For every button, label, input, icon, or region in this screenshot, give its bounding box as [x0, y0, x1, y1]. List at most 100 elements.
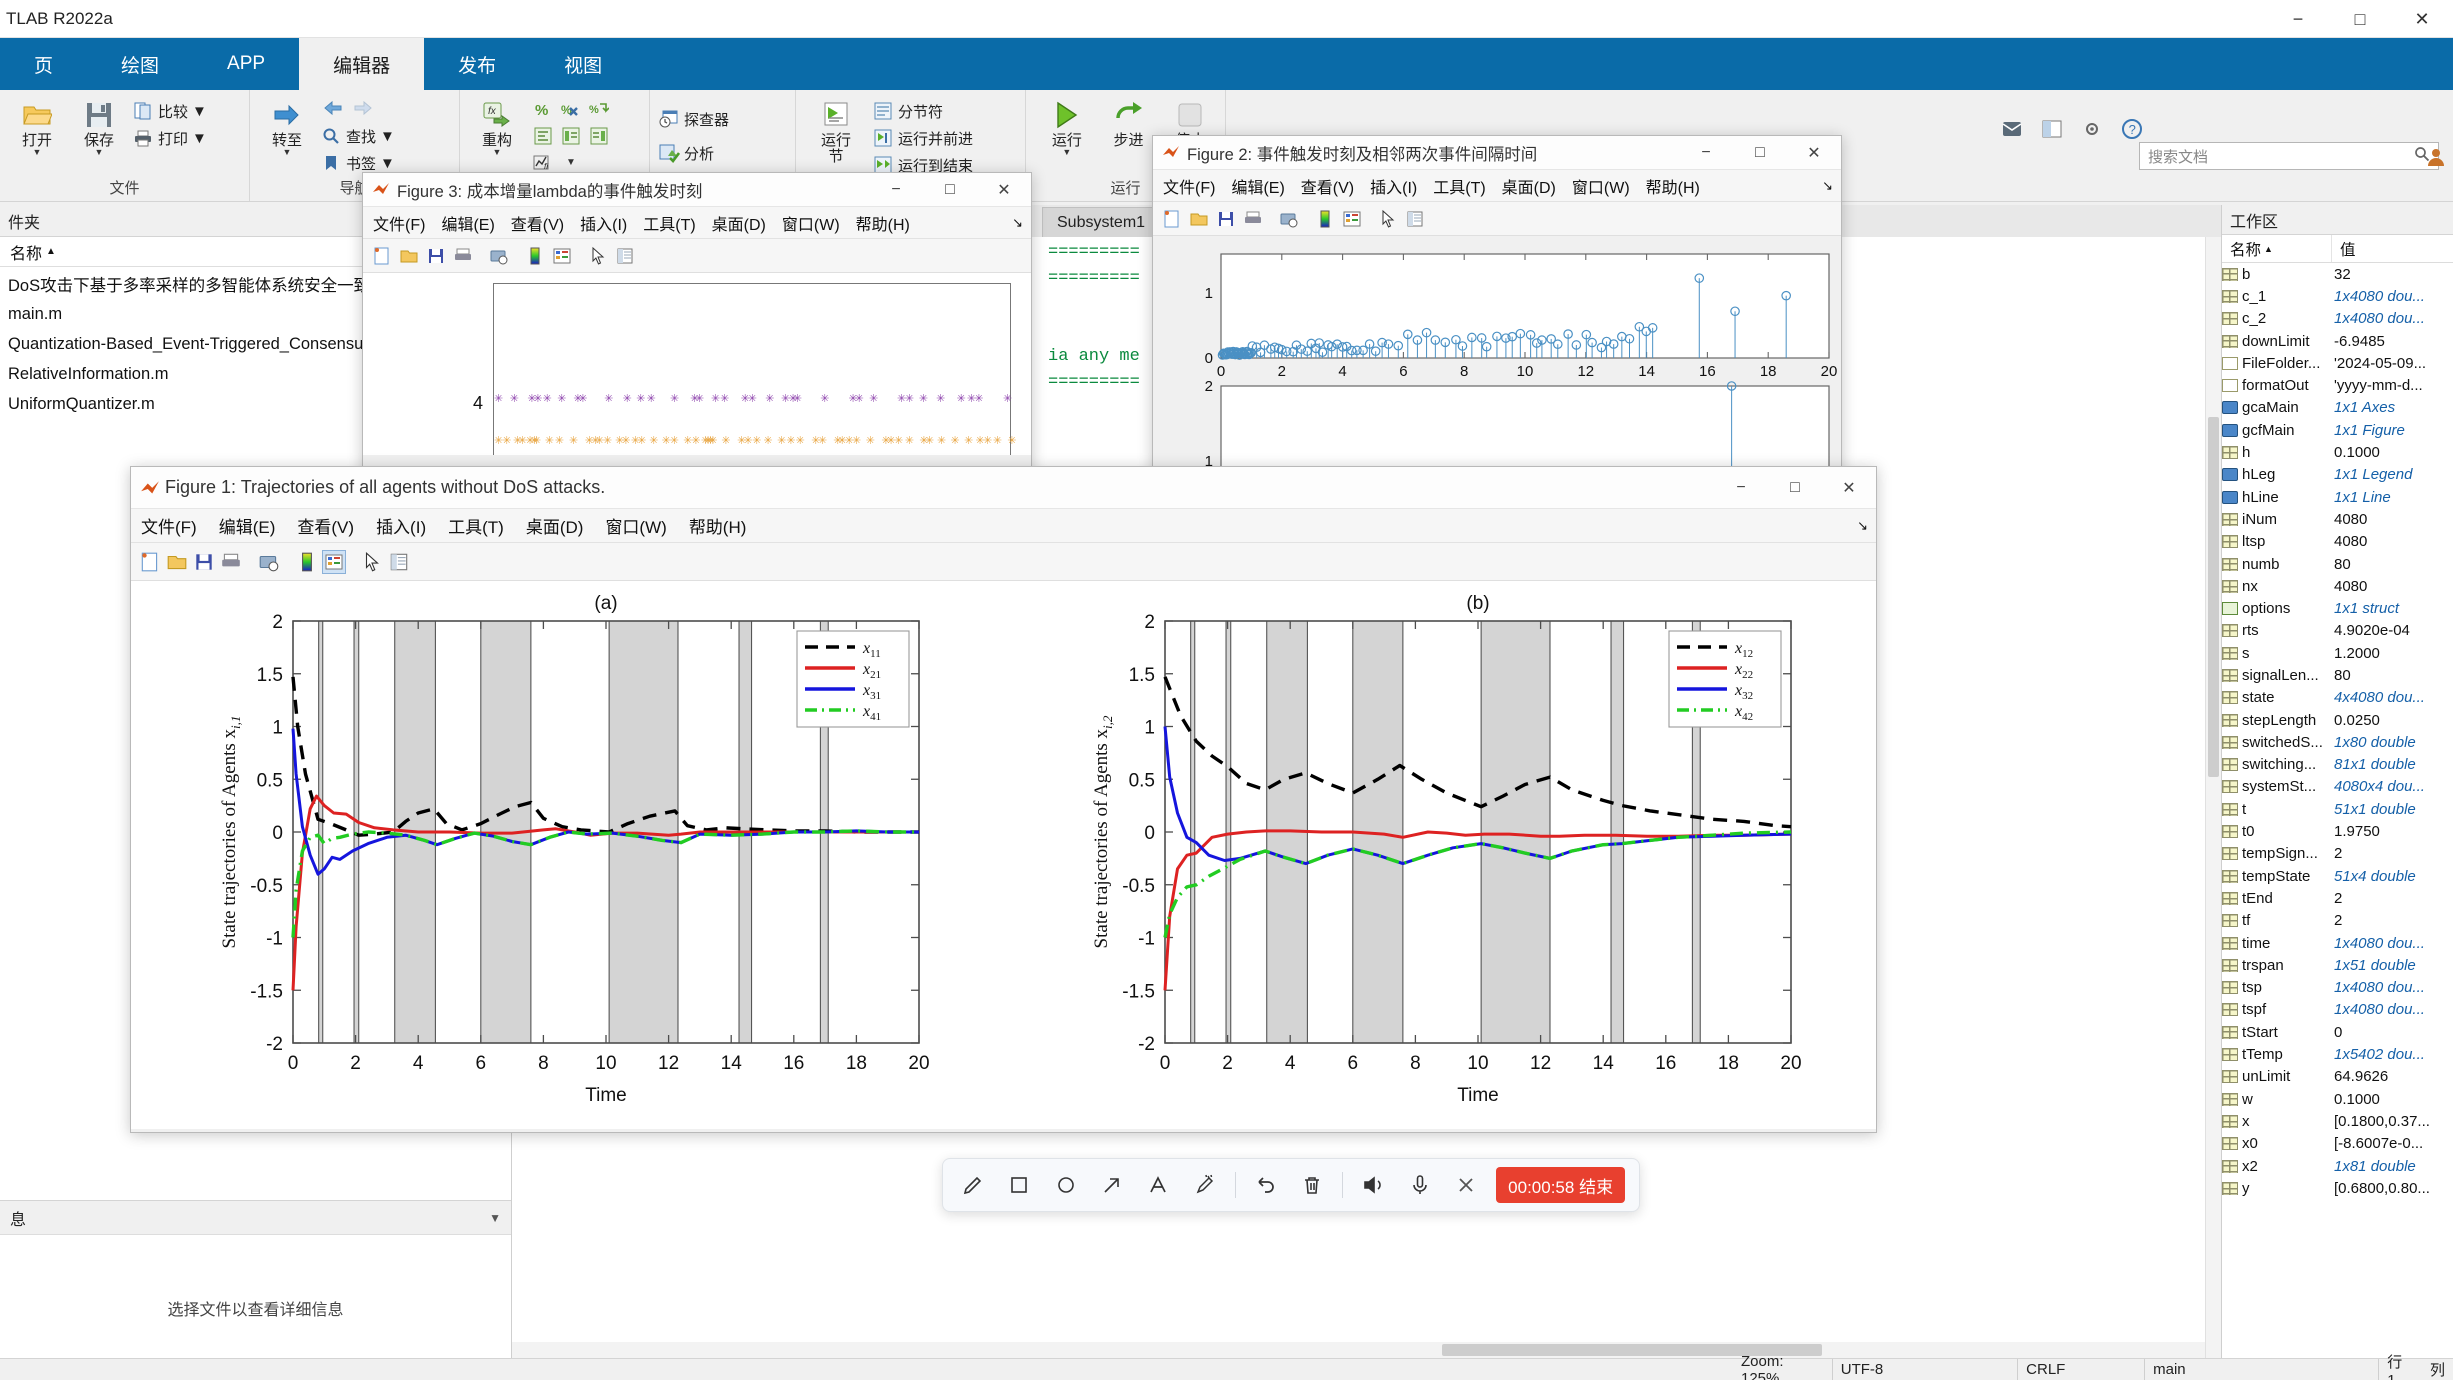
workspace-row[interactable]: t0 1.9750	[2222, 820, 2453, 842]
workspace-row[interactable]: iNum 4080	[2222, 508, 2453, 530]
help-icon[interactable]: ?	[2121, 118, 2143, 145]
property-inspector-icon[interactable]	[613, 244, 637, 268]
workspace-row[interactable]: stepLength 0.0250	[2222, 709, 2453, 731]
menu-insert[interactable]: 插入(I)	[376, 513, 426, 538]
save-icon[interactable]	[192, 550, 216, 574]
open-icon[interactable]	[165, 550, 189, 574]
new-icon[interactable]	[1160, 207, 1184, 231]
workspace-row[interactable]: time 1x4080 dou...	[2222, 932, 2453, 954]
save-button[interactable]: 保存 ▼	[70, 94, 128, 157]
workspace-row[interactable]: tempState 51x4 double	[2222, 865, 2453, 887]
workspace-row[interactable]: gcfMain 1x1 Figure	[2222, 419, 2453, 441]
menu-insert[interactable]: 插入(I)	[580, 211, 627, 235]
workspace-row[interactable]: w 0.1000	[2222, 1088, 2453, 1110]
status-line-ending[interactable]: CRLF	[2018, 1359, 2146, 1380]
compare-button[interactable]: 比较 ▼	[132, 98, 207, 124]
workspace-row[interactable]: signalLen... 80	[2222, 664, 2453, 686]
ribbon-tab-home[interactable]: 页	[0, 38, 87, 90]
workspace-row[interactable]: s 1.2000	[2222, 642, 2453, 664]
print-icon[interactable]	[219, 550, 243, 574]
close-button[interactable]: ✕	[2391, 0, 2453, 38]
chevron-down-icon[interactable]: ▼	[380, 155, 395, 172]
colorbar-icon[interactable]	[1313, 207, 1337, 231]
scrollbar-thumb[interactable]	[2208, 417, 2219, 777]
menu-view[interactable]: 查看(V)	[511, 211, 564, 235]
status-zoom[interactable]: Zoom: 125%	[1733, 1353, 1833, 1380]
workspace-row[interactable]: ltsp 4080	[2222, 531, 2453, 553]
chevron-down-icon[interactable]: ▼	[192, 130, 207, 147]
menu-file[interactable]: 文件(F)	[1163, 174, 1215, 198]
status-encoding[interactable]: UTF-8	[1833, 1359, 2019, 1380]
wrap-comment-icon[interactable]: %	[586, 98, 612, 122]
section-break-button[interactable]: 分节符	[872, 98, 973, 124]
text-icon[interactable]	[1142, 1168, 1174, 1202]
colorbar-icon[interactable]	[295, 550, 319, 574]
workspace-row[interactable]: hLeg 1x1 Legend	[2222, 464, 2453, 486]
editor-vertical-scrollbar[interactable]	[2205, 237, 2221, 1358]
workspace-row[interactable]: options 1x1 struct	[2222, 597, 2453, 619]
legend-icon[interactable]	[1340, 207, 1364, 231]
menu-overflow-icon[interactable]: ↘	[1822, 178, 1833, 194]
run-button[interactable]: 运行 ▼	[1040, 94, 1094, 157]
maximize-button[interactable]: □	[1733, 136, 1787, 170]
workspace-row[interactable]: switchedS... 1x80 double	[2222, 731, 2453, 753]
print-preview-icon[interactable]	[257, 550, 281, 574]
workspace-row[interactable]: state 4x4080 dou...	[2222, 687, 2453, 709]
menu-overflow-icon[interactable]: ↘	[1012, 215, 1023, 231]
chevron-down-icon[interactable]: ▼	[558, 150, 584, 174]
print-preview-icon[interactable]	[487, 244, 511, 268]
ellipse-icon[interactable]	[1050, 1168, 1082, 1202]
minimize-button[interactable]: −	[869, 173, 923, 207]
workspace-col-value[interactable]: 值	[2332, 235, 2453, 262]
workspace-row[interactable]: tempSign... 2	[2222, 843, 2453, 865]
menu-overflow-icon[interactable]: ↘	[1857, 518, 1868, 534]
workspace-row[interactable]: tspf 1x4080 dou...	[2222, 999, 2453, 1021]
property-inspector-icon[interactable]	[387, 550, 411, 574]
open-icon[interactable]	[1187, 207, 1211, 231]
step-button[interactable]: 步进	[1102, 94, 1156, 149]
workspace-row[interactable]: h 0.1000	[2222, 441, 2453, 463]
microphone-icon[interactable]	[1404, 1168, 1436, 1202]
workspace-row[interactable]: tEnd 2	[2222, 887, 2453, 909]
workspace-row[interactable]: x0 [-8.6007e-0...	[2222, 1133, 2453, 1155]
editor-tab-subsystem1[interactable]: Subsystem1	[1042, 207, 1161, 237]
menu-edit[interactable]: 编辑(E)	[441, 211, 494, 235]
new-icon[interactable]	[370, 244, 394, 268]
print-preview-icon[interactable]	[1277, 207, 1301, 231]
property-inspector-icon[interactable]	[1403, 207, 1427, 231]
find-button[interactable]: 查找 ▼	[320, 123, 395, 149]
workspace-row[interactable]: gcaMain 1x1 Axes	[2222, 397, 2453, 419]
save-icon[interactable]	[1214, 207, 1238, 231]
percent-icon[interactable]: %	[530, 98, 556, 122]
close-icon[interactable]	[1450, 1168, 1482, 1202]
workspace-row[interactable]: tTemp 1x5402 dou...	[2222, 1043, 2453, 1065]
menu-view[interactable]: 查看(V)	[297, 513, 354, 538]
chevron-down-icon[interactable]: ▼	[1062, 147, 1071, 157]
search-input[interactable]: 搜索文档	[2139, 142, 2439, 170]
pointer-icon[interactable]	[360, 550, 384, 574]
workspace-row[interactable]: b 32	[2222, 263, 2453, 285]
print-icon[interactable]	[451, 244, 475, 268]
user-avatar-icon[interactable]	[2425, 146, 2447, 173]
chevron-down-icon[interactable]: ▼	[380, 128, 395, 145]
menu-window[interactable]: 窗口(W)	[605, 513, 666, 538]
close-button[interactable]: ✕	[977, 173, 1031, 207]
workspace-row[interactable]: tStart 0	[2222, 1021, 2453, 1043]
indent-left-icon[interactable]	[586, 124, 612, 148]
workspace-row[interactable]: t 51x1 double	[2222, 798, 2453, 820]
profiler-icon[interactable]: fi	[530, 150, 556, 174]
layout-icon[interactable]	[2041, 118, 2063, 145]
workspace-row[interactable]: numb 80	[2222, 553, 2453, 575]
pointer-icon[interactable]	[586, 244, 610, 268]
workspace-row[interactable]: switching... 81x1 double	[2222, 754, 2453, 776]
ribbon-tab-plots[interactable]: 绘图	[87, 38, 193, 90]
speaker-icon[interactable]	[1357, 1168, 1389, 1202]
pencil-icon[interactable]	[957, 1168, 989, 1202]
legend-icon[interactable]	[550, 244, 574, 268]
highlighter-icon[interactable]	[1188, 1168, 1220, 1202]
menu-view[interactable]: 查看(V)	[1301, 174, 1354, 198]
profiler-button[interactable]: 探查器	[658, 106, 729, 132]
minimize-button[interactable]: −	[1679, 136, 1733, 170]
workspace-row[interactable]: unLimit 64.9626	[2222, 1066, 2453, 1088]
close-button[interactable]: ✕	[1822, 467, 1876, 509]
